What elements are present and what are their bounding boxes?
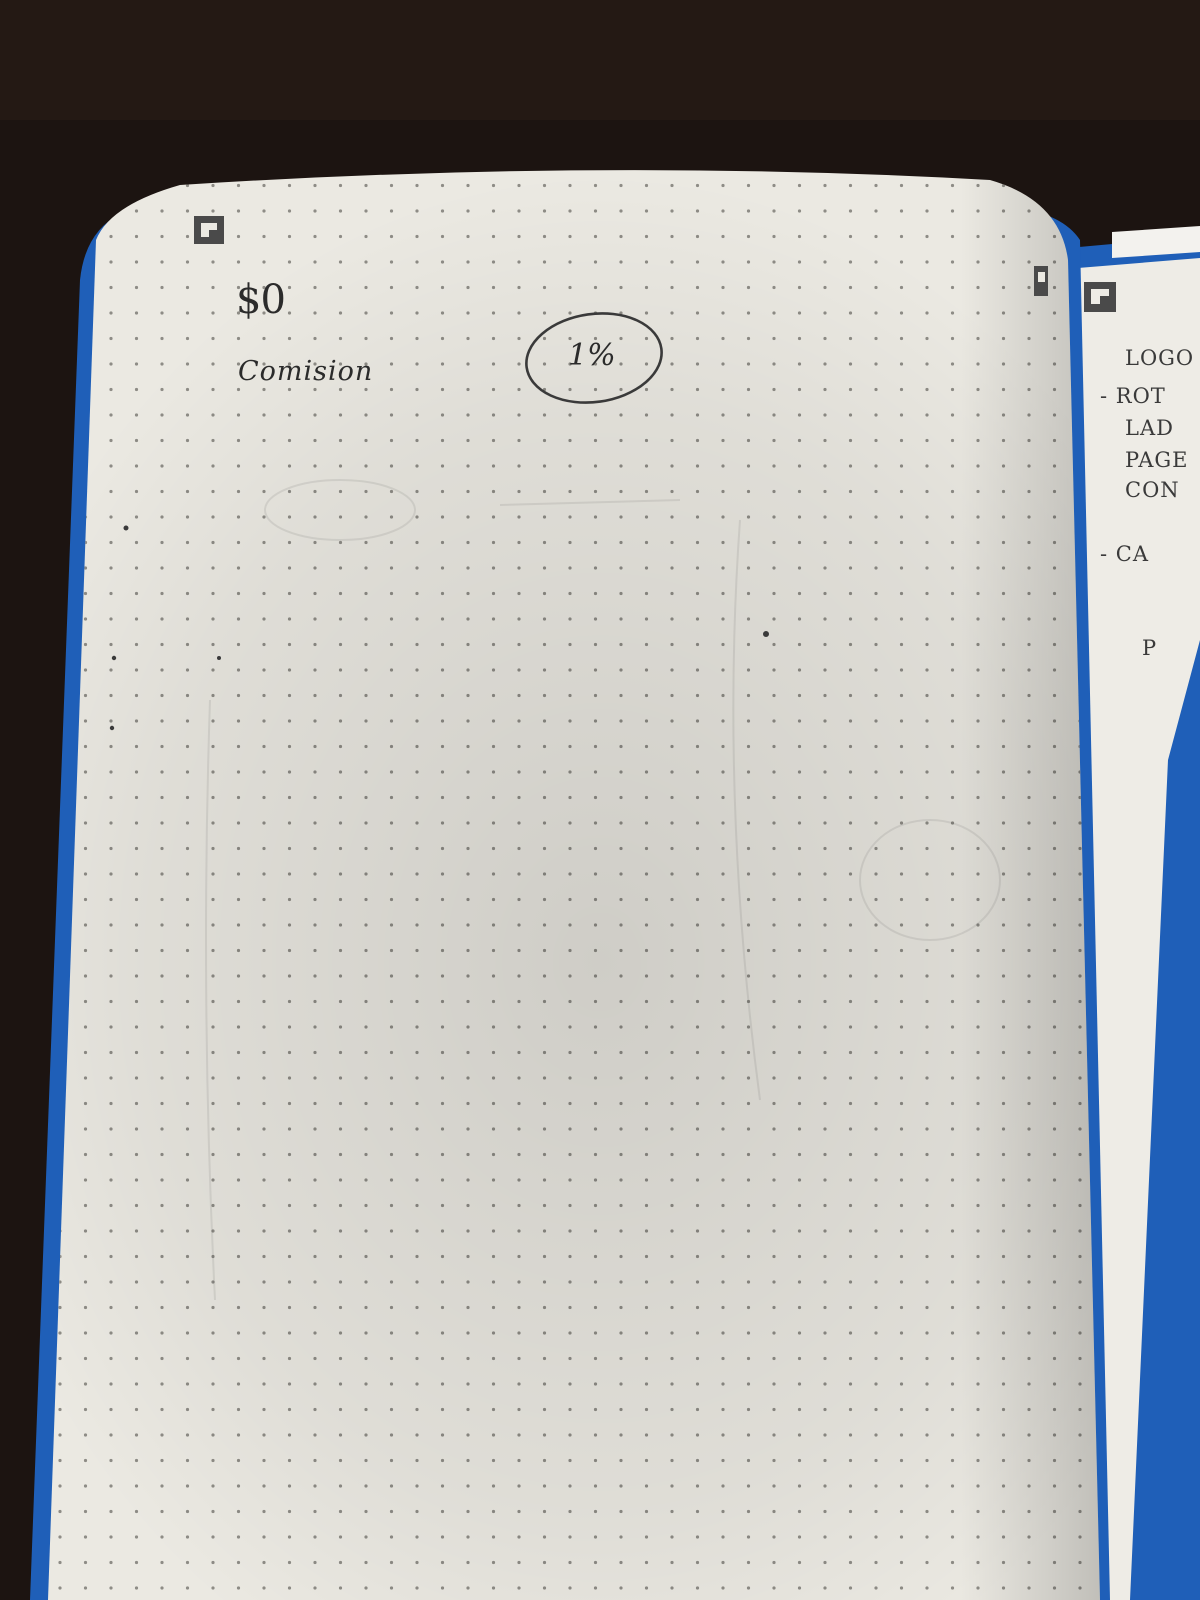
handwritten-label: Comision [238,356,374,387]
right-page-line: LAD [1125,416,1174,440]
notebook-corner-logo-icon [1084,282,1116,312]
handwritten-circled-value: 1% [568,338,616,373]
notebook-corner-logo-icon [194,216,224,244]
right-page-line: P [1142,636,1158,660]
right-page-line: LOGO [1125,346,1195,370]
notebook-corner-logo-icon [1034,266,1048,296]
notebook-photo: $0 Comision 1% LOGO - ROT LAD PAGE CON -… [0,0,1200,1600]
handwritten-amount: $0 [236,277,286,323]
right-page-line: CON [1125,478,1180,502]
right-page-line: - CA [1100,542,1150,566]
right-page-line: PAGE [1125,448,1189,472]
notebook-illustration [0,0,1200,1600]
right-page-line: - ROT [1100,384,1166,408]
